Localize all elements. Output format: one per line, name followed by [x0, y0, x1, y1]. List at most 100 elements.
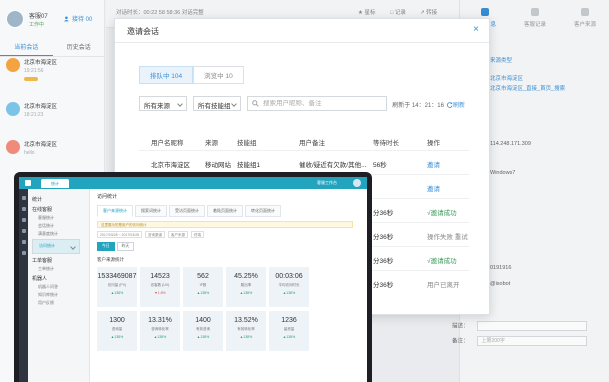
workbench-link[interactable]: 客服工作台 — [317, 180, 337, 186]
icon-rail — [19, 189, 28, 382]
metric-label: 有效转化率 — [237, 327, 255, 331]
conversation-tabs: 当前会话 历史会话 — [0, 38, 105, 57]
tab-landing-page-stats[interactable]: 着陆页面统计 — [207, 205, 243, 217]
table-header: 用户名昵称 来源 技能组 用户备注 等待时长 操作 — [139, 132, 469, 150]
metric-delta: ▼1.8% — [154, 291, 166, 295]
stats-nav: 统计 在线客服 客服统计 会话统计 满意度统计 访问统计 工单客服 工单统计 机… — [28, 189, 90, 382]
invite-button[interactable]: 邀请 — [427, 159, 440, 169]
metric-label: 有效咨询 — [196, 327, 210, 331]
cell-group: 技能组1 — [237, 162, 261, 169]
date-range-field[interactable]: 2017/03/28 ~ 2017/03/28 — [97, 231, 143, 238]
metric-card: 00:03:06 平均访问时长 ▲138% — [269, 267, 309, 307]
column-header: 用户备注 — [299, 140, 325, 147]
dialog-header: 邀请会话 × — [115, 19, 489, 43]
customer-source-select[interactable]: 客户来源 — [168, 231, 189, 238]
avatar[interactable] — [353, 179, 361, 187]
nav-item[interactable]: 机器人问答 — [38, 284, 85, 290]
metric-value: 1236 — [281, 317, 297, 324]
metric-card: 13.31% 咨询转化率 ▲138% — [140, 311, 180, 351]
reception-button[interactable]: 接待 00 — [64, 14, 92, 23]
yesterday-button[interactable]: 昨天 — [116, 242, 135, 251]
nav-item[interactable]: 会话统计 — [38, 223, 85, 229]
metric-card: 1236 留资量 ▲138% — [269, 311, 309, 351]
metric-delta: ▲138% — [110, 335, 124, 339]
tab-conversion-page-stats[interactable]: 转化页面统计 — [245, 205, 281, 217]
today-button[interactable]: 今日 — [97, 242, 115, 251]
nav-item[interactable]: 知识库统计 — [38, 292, 85, 298]
metric-label: 访问量 (PV) — [107, 283, 127, 287]
reception-label: 接待 00 — [72, 17, 93, 23]
refresh-button[interactable]: 刷新 — [446, 100, 465, 109]
filter-bar: 所有来源 所有技能组 — [139, 96, 387, 111]
tab-keyword-stats[interactable]: 搜索词统计 — [135, 205, 167, 217]
nav-group-heading: 工单客服 — [32, 258, 53, 264]
avatar — [6, 102, 20, 116]
avatar — [6, 58, 20, 72]
settings-icon[interactable] — [21, 251, 26, 255]
metric-value: 45.25% — [234, 273, 258, 280]
list-item[interactable]: 北京市海淀区 18:21:23 — [6, 102, 57, 118]
tab-statistics[interactable]: 统计 — [41, 179, 69, 188]
logo-icon — [25, 180, 31, 186]
search-box[interactable] — [247, 96, 387, 111]
column-header: 来源 — [205, 140, 218, 147]
tab-visited-page-stats[interactable]: 受访页面统计 — [169, 205, 205, 217]
conversation-name: 北京市海淀区 — [24, 60, 58, 66]
refresh-info: 刷新于 14：21：16 刷新 — [392, 100, 465, 109]
channel-select[interactable]: 咨询渠道 — [145, 231, 166, 238]
metric-delta: ▲138% — [196, 335, 210, 339]
search-input[interactable] — [263, 100, 383, 107]
user-status: 工作中 — [29, 21, 45, 28]
cell-note: 催收/疑近有欠款/其他... — [299, 162, 367, 169]
metric-label: 平均访问时长 — [278, 283, 300, 287]
tab-queue[interactable]: 排队中 104 — [139, 66, 194, 84]
screen-topbar: 统计 客服工作台 — [19, 177, 367, 189]
cell-wait: 分36秒 — [373, 258, 394, 265]
chat-icon[interactable] — [21, 207, 26, 211]
workbench-app: 客服07 工作中 接待 00 当前会话 历史会话 北京市海淀区 19:21:56 … — [0, 0, 609, 382]
metric-label: IP数 — [199, 283, 207, 287]
cell-wait: 分36秒 — [373, 210, 394, 217]
robot-icon[interactable] — [21, 240, 26, 244]
terminal-select[interactable]: 终端 — [191, 231, 205, 238]
invite-status: √邀请成功 — [427, 210, 457, 217]
close-icon[interactable]: × — [473, 24, 479, 35]
current-user[interactable]: 客服07 工作中 — [6, 10, 48, 28]
avatar — [6, 140, 20, 154]
metric-value: 1533469087 — [97, 273, 137, 280]
metric-cards: 1533469087 访问量 (PV) ▲138% 14523 访客数 (UV) ▼1.8… — [97, 267, 347, 355]
chart-icon[interactable] — [21, 229, 26, 233]
source-select[interactable]: 所有来源 — [139, 96, 187, 111]
refresh-time: 刷新于 14：21：16 — [392, 103, 444, 109]
breadcrumb: 访问统计 — [97, 194, 118, 200]
list-item[interactable]: 北京市海淀区 19:21:56 — [6, 58, 57, 83]
skill-group-select[interactable]: 所有技能组 — [193, 96, 241, 111]
nav-item[interactable]: 满意度统计 — [38, 231, 85, 237]
date-buttons: 今日 昨天 — [97, 242, 353, 251]
metric-delta: ▲138% — [153, 335, 167, 339]
cell-wait: 56秒 — [373, 162, 387, 169]
metric-value: 13.31% — [148, 317, 172, 324]
notice-bar: 这里展示的是用户的访问统计 — [97, 221, 353, 228]
invite-status: √邀请成功 — [427, 258, 457, 265]
column-header: 等待时长 — [373, 140, 399, 147]
nav-item[interactable]: 用户反馈 — [38, 300, 85, 306]
nav-title: 统计 — [32, 197, 43, 203]
nav-item[interactable]: 工单统计 — [38, 266, 85, 272]
home-icon[interactable] — [21, 196, 26, 200]
metric-delta: ▲138% — [282, 335, 296, 339]
laptop-screen: 统计 客服工作台 统计 在线客服 客服统计 会话统计 满意度统计 访问统计 工单… — [19, 177, 367, 382]
invite-button[interactable]: 邀请 — [427, 183, 440, 193]
cell-wait: 分36秒 — [373, 282, 394, 289]
ticket-icon[interactable] — [21, 218, 26, 222]
nav-item[interactable]: 访问统计 — [32, 239, 80, 254]
metric-label: 访客数 (UV) — [150, 283, 170, 287]
tab-current[interactable]: 当前会话 — [0, 38, 53, 56]
nav-item[interactable]: 客服统计 — [38, 215, 85, 221]
retry-button[interactable]: 操作失败 重试 — [427, 231, 468, 241]
list-item[interactable]: 北京市海淀区 hello — [6, 140, 57, 156]
tab-browsing[interactable]: 浏览中 10 — [193, 66, 244, 84]
stats-tabs: 客户来源统计 搜索词统计 受访页面统计 着陆页面统计 转化页面统计 — [97, 205, 353, 217]
tab-history[interactable]: 历史会话 — [53, 38, 106, 56]
tab-source-stats[interactable]: 客户来源统计 — [97, 205, 133, 217]
